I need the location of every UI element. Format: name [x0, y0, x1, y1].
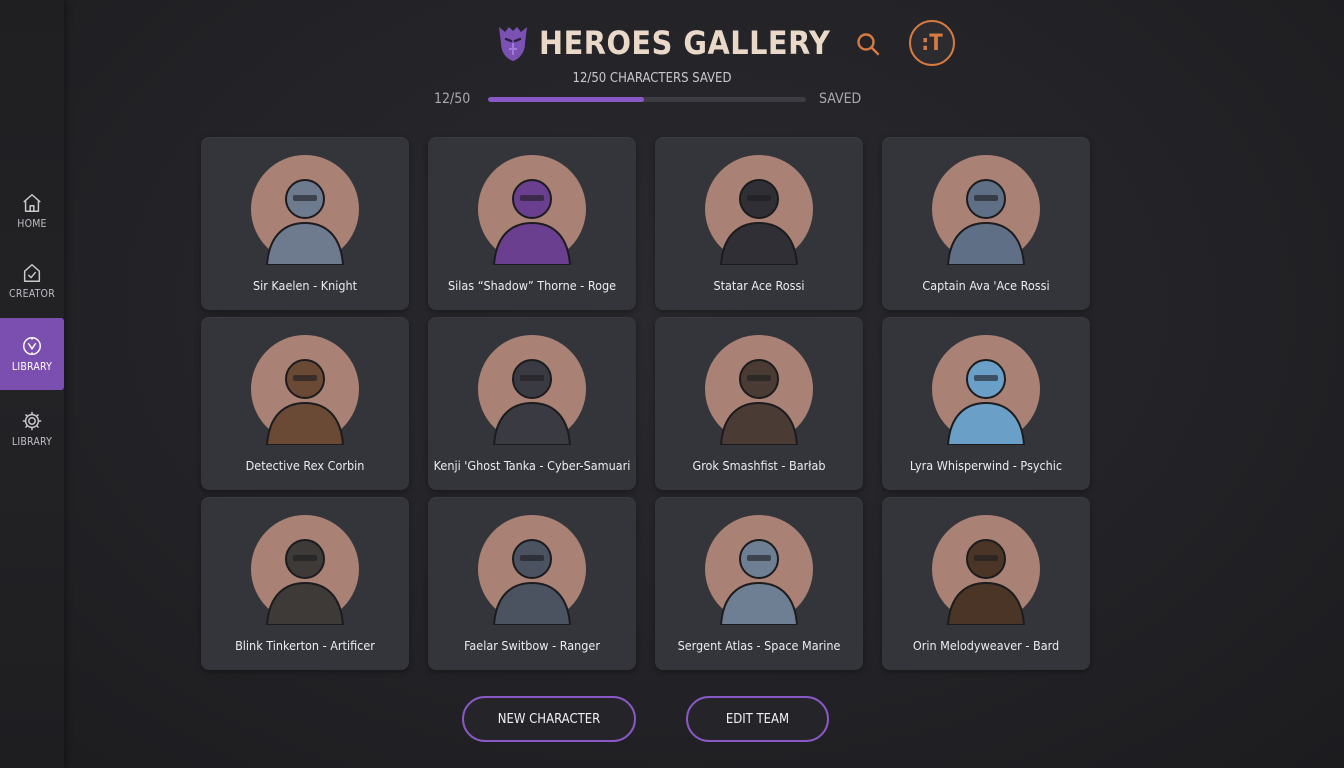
search-icon: [857, 33, 880, 56]
character-name: Orin Melodyweaver - Bard: [912, 638, 1060, 653]
character-card[interactable]: Blink Tinkerton - Artificer: [201, 497, 409, 670]
sidebar-item-label: CREATOR: [9, 288, 55, 300]
character-card[interactable]: Lyra Whisperwind - Psychic: [882, 317, 1090, 490]
hooded-rogue-icon: [705, 155, 813, 265]
progress-fill: [488, 97, 644, 102]
knight-icon: [251, 155, 359, 265]
character-card[interactable]: Faelar Switbow - Ranger: [428, 497, 636, 670]
character-name: Statar Ace Rossi: [713, 278, 805, 293]
progress-caption: 12/50 CHARACTERS SAVED: [572, 71, 732, 86]
detective-icon: [251, 335, 359, 445]
new-character-button[interactable]: NEW CHARACTER: [462, 696, 636, 742]
character-card[interactable]: Orin Melodyweaver - Bard: [882, 497, 1090, 670]
bard-icon: [932, 515, 1040, 625]
home-icon: [23, 194, 41, 212]
character-name: Detective Rex Corbin: [245, 458, 365, 473]
character-card[interactable]: Sergent Atlas - Space Marine: [655, 497, 863, 670]
character-card[interactable]: Silas “Shadow” Thorne - Roge: [428, 137, 636, 310]
user-avatar-button[interactable]: :T: [909, 20, 955, 66]
character-grid: Sir Kaelen - Knight Silas “Shadow” Thorne…: [201, 137, 1091, 670]
edit-team-button[interactable]: EDIT TEAM: [686, 696, 829, 742]
character-card[interactable]: Detective Rex Corbin: [201, 317, 409, 490]
artificer-icon: [251, 515, 359, 625]
creator-icon: [23, 264, 41, 282]
character-name: Silas “Shadow” Thorne - Roge: [447, 278, 617, 293]
app-title: HEROES GALLERY: [539, 24, 831, 62]
library-icon: [23, 337, 41, 355]
character-name: Kenji 'Ghost Tanka - Cyber-Samuari: [433, 458, 631, 473]
progress-count: 12/50: [434, 91, 471, 107]
progress-status: SAVED: [819, 91, 862, 107]
samurai-icon: [478, 335, 586, 445]
sidebar-item-settings[interactable]: LIBRARY: [0, 394, 64, 464]
gear-icon: [22, 411, 42, 431]
ranger-icon: [478, 515, 586, 625]
sidebar-item-label: HOME: [17, 218, 47, 230]
character-name: Sir Kaelen - Knight: [252, 278, 358, 293]
barbarian-icon: [705, 335, 813, 445]
psychic-icon: [932, 335, 1040, 445]
armored-soldier-icon: [932, 155, 1040, 265]
character-card[interactable]: Kenji 'Ghost Tanka - Cyber-Samuari: [428, 317, 636, 490]
sidebar-item-home[interactable]: HOME: [0, 176, 64, 246]
character-card[interactable]: Captain Ava 'Ace Rossi: [882, 137, 1090, 310]
character-card[interactable]: Grok Smashfist - Barłab: [655, 317, 863, 490]
brand: HEROES GALLERY: [495, 20, 830, 66]
sidebar-item-library[interactable]: LIBRARY: [0, 318, 64, 390]
sidebar-item-label: LIBRARY: [11, 361, 53, 373]
character-name: Captain Ava 'Ace Rossi: [922, 278, 1050, 293]
progress-bar: [488, 97, 806, 102]
character-card[interactable]: Sir Kaelen - Knight: [201, 137, 409, 310]
sidebar-item-label: LIBRARY: [11, 436, 53, 448]
character-card[interactable]: Statar Ace Rossi: [655, 137, 863, 310]
character-name: Faelar Switbow - Ranger: [464, 638, 600, 653]
shield-logo-icon: [499, 27, 527, 61]
character-name: Sergent Atlas - Space Marine: [677, 638, 841, 653]
mage-icon: [478, 155, 586, 265]
sidebar: HOME CREATOR LIBRARY LIBRARY: [0, 0, 64, 768]
sidebar-item-creator[interactable]: CREATOR: [0, 246, 64, 316]
search-button[interactable]: [852, 28, 884, 60]
character-name: Lyra Whisperwind - Psychic: [909, 458, 1063, 473]
space-marine-icon: [705, 515, 813, 625]
avatar-letter: :T: [921, 30, 943, 56]
character-name: Grok Smashfist - Barłab: [692, 458, 826, 473]
character-name: Blink Tinkerton - Artificer: [235, 638, 375, 653]
